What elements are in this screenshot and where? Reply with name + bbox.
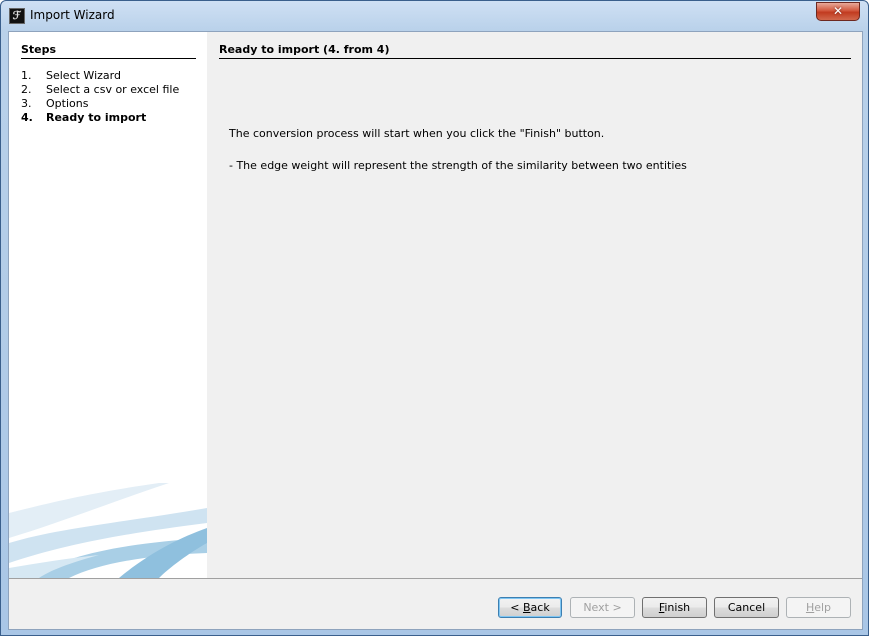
decorative-swoosh-image xyxy=(9,483,207,578)
finish-button[interactable]: Finish xyxy=(642,597,707,618)
help-mnemonic: H xyxy=(805,601,815,614)
steps-panel: Steps 1. Select Wizard 2. Select a csv or … xyxy=(9,32,207,578)
step-label: Ready to import xyxy=(46,111,147,124)
step-item-ready-to-import: 4. Ready to import xyxy=(21,111,201,125)
step-number: 3. xyxy=(21,97,32,110)
step-item-select-wizard: 1. Select Wizard xyxy=(21,69,201,83)
button-bar-separator xyxy=(9,578,862,579)
back-mnemonic: B xyxy=(523,601,531,614)
step-number: 1. xyxy=(21,69,32,82)
content-panel: Ready to import (4. from 4) The conversi… xyxy=(207,32,862,578)
close-button[interactable]: ✕ xyxy=(816,2,860,21)
content-title: Ready to import (4. from 4) xyxy=(219,43,851,59)
import-wizard-window: ℱ Import Wizard ✕ Steps 1. Select Wizard … xyxy=(0,0,869,636)
back-prefix: < xyxy=(510,601,523,614)
step-number: 2. xyxy=(21,83,32,96)
steps-title: Steps xyxy=(21,43,196,59)
edge-weight-note: - The edge weight will represent the str… xyxy=(229,159,687,172)
title-bar[interactable]: ℱ Import Wizard ✕ xyxy=(1,1,868,31)
step-item-options: 3. Options xyxy=(21,97,201,111)
window-title: Import Wizard xyxy=(30,8,115,22)
help-label-rest: elp xyxy=(814,601,832,614)
next-button[interactable]: Next > xyxy=(570,597,635,618)
app-logo-icon: ℱ xyxy=(9,8,25,24)
help-button[interactable]: Help xyxy=(786,597,851,618)
conversion-message: The conversion process will start when y… xyxy=(229,127,605,140)
cancel-button[interactable]: Cancel xyxy=(714,597,779,618)
step-label: Options xyxy=(46,97,89,110)
back-label-rest: ack xyxy=(530,601,550,614)
step-item-select-file: 2. Select a csv or excel file xyxy=(21,83,201,97)
step-number: 4. xyxy=(21,111,33,124)
finish-label-rest: inish xyxy=(664,601,691,614)
step-label: Select a csv or excel file xyxy=(46,83,180,96)
step-label: Select Wizard xyxy=(46,69,121,82)
wizard-client-area: Steps 1. Select Wizard 2. Select a csv or … xyxy=(8,31,863,630)
steps-list: 1. Select Wizard 2. Select a csv or excel … xyxy=(21,69,201,125)
back-button[interactable]: < Back xyxy=(498,597,562,618)
